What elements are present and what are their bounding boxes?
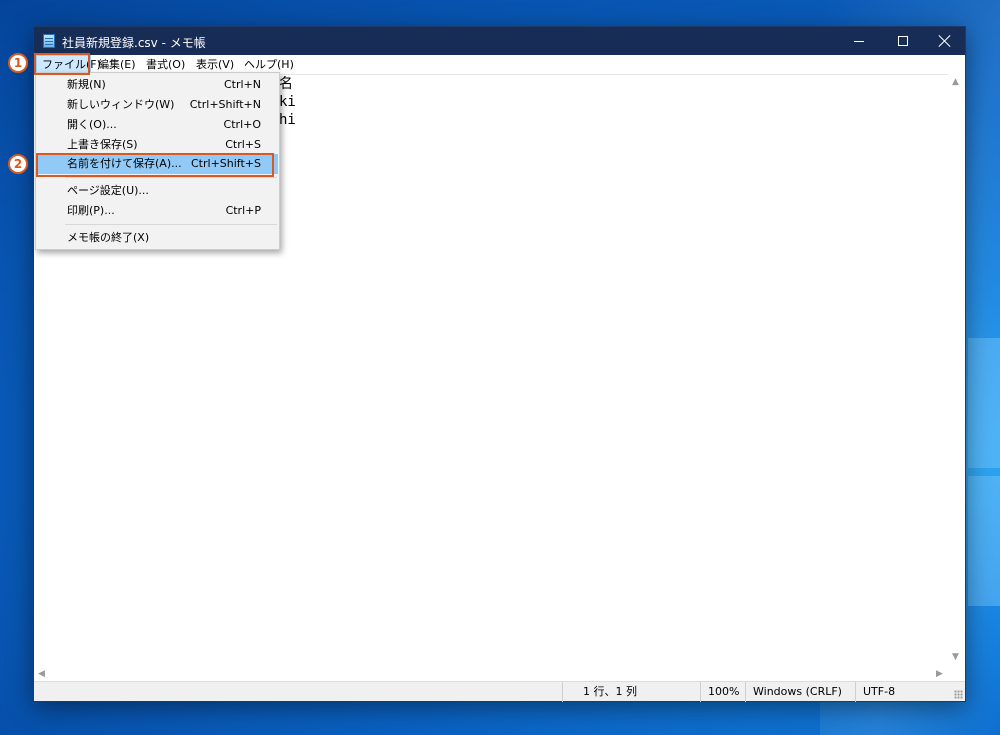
minimize-button[interactable] [837, 27, 881, 55]
status-cursor-position: 1 行、1 列 [562, 682, 700, 702]
menu-item-label: 開く(O)... [67, 118, 117, 131]
scroll-down-arrow-icon[interactable]: ▼ [952, 652, 959, 662]
file-menu-save[interactable]: 上書き保存(S) Ctrl+S [37, 135, 278, 155]
annotation-step-2-badge: 2 [8, 154, 28, 174]
menu-item-shortcut: Ctrl+P [225, 204, 261, 217]
menu-item-label: 上書き保存(S) [67, 138, 138, 151]
status-line-ending: Windows (CRLF) [745, 682, 855, 702]
status-zoom: 100% [700, 682, 745, 702]
notepad-app-icon[interactable] [43, 34, 55, 48]
scroll-right-arrow-icon[interactable]: ▶ [936, 669, 943, 679]
horizontal-scrollbar[interactable]: ◀ ▶ [34, 667, 948, 681]
menu-item-shortcut: Ctrl+Shift+N [189, 98, 261, 111]
wallpaper-logo-pane [968, 476, 1000, 606]
menu-item-shortcut: Ctrl+N [223, 78, 261, 91]
menu-item-label: ページ設定(U)... [67, 184, 149, 197]
resize-grip-icon[interactable] [954, 690, 963, 699]
close-button[interactable] [923, 27, 967, 55]
text-line: ki [279, 94, 296, 110]
annotation-highlight-save-as [36, 153, 274, 177]
wallpaper-logo-pane [968, 338, 1000, 468]
menu-item-shortcut: Ctrl+O [223, 118, 261, 131]
menu-item-label: メモ帳の終了(X) [67, 231, 150, 244]
menu-item-shortcut: Ctrl+S [225, 138, 261, 151]
file-menu-page-setup[interactable]: ページ設定(U)... [37, 181, 278, 201]
scroll-up-arrow-icon[interactable]: ▲ [952, 77, 959, 87]
vertical-scrollbar[interactable]: ▲ ▼ [948, 74, 965, 667]
menu-item-label: 新しいウィンドウ(W) [67, 98, 175, 111]
text-line: 名 [279, 76, 293, 92]
close-icon [939, 35, 951, 47]
file-menu-new-window[interactable]: 新しいウィンドウ(W) Ctrl+Shift+N [37, 95, 278, 115]
file-menu-open[interactable]: 開く(O)... Ctrl+O [37, 115, 278, 135]
status-encoding: UTF-8 [855, 682, 965, 702]
annotation-highlight-file-menu [34, 53, 90, 75]
title-bar[interactable]: 社員新規登録.csv - メモ帳 [34, 27, 965, 55]
window-title: 社員新規登録.csv - メモ帳 [62, 36, 206, 50]
annotation-step-1-badge: 1 [8, 53, 28, 73]
minimize-icon [854, 40, 864, 42]
menu-item-label: 印刷(P)... [67, 204, 115, 217]
status-bar: 1 行、1 列 100% Windows (CRLF) UTF-8 [34, 681, 965, 702]
maximize-button[interactable] [881, 27, 925, 55]
text-line: hi [279, 112, 296, 128]
scroll-left-arrow-icon[interactable]: ◀ [38, 669, 45, 679]
file-menu-new[interactable]: 新規(N) Ctrl+N [37, 75, 278, 95]
maximize-icon [898, 36, 908, 46]
menu-separator [65, 177, 277, 178]
file-menu-print[interactable]: 印刷(P)... Ctrl+P [37, 201, 278, 221]
menu-item-label: 新規(N) [67, 78, 106, 91]
file-menu-exit[interactable]: メモ帳の終了(X) [37, 228, 278, 248]
menu-separator [65, 224, 277, 225]
